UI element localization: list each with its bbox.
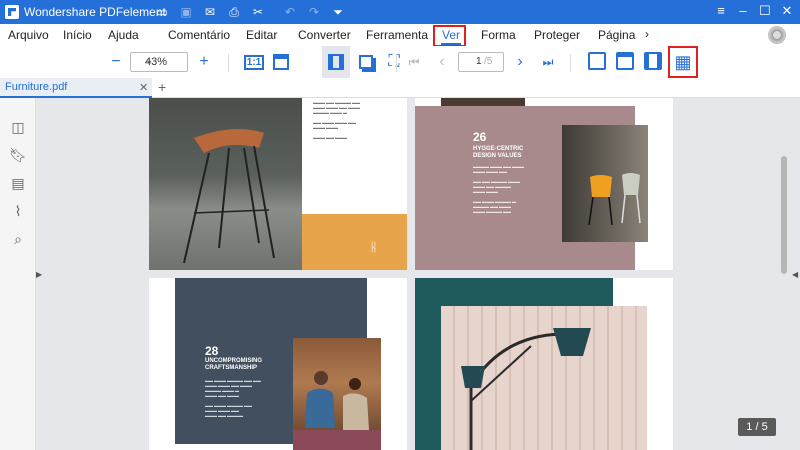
save-icon[interactable]: ▣ — [178, 4, 194, 20]
page-text: ▬▬ ▬▬▬ ▬▬▬▬ ▬▬ ▬▬ ▬▬▬ ▬▬▬ ▬▬ ▬▬▬ ▬▬▬▬ ▬▬▬ … — [205, 378, 261, 418]
actual-size-icon[interactable]: 1:1 — [243, 52, 265, 72]
menu-pagina[interactable]: Página — [598, 28, 635, 42]
redo-icon[interactable]: ↷ — [306, 4, 322, 20]
document-tab-bar: Furniture.pdf ✕ + — [0, 78, 800, 98]
app-title: Wondershare PDFelement — [24, 5, 166, 19]
new-tab-icon[interactable]: + — [158, 79, 166, 95]
current-page: 1 — [476, 56, 482, 67]
user-avatar[interactable] — [768, 26, 786, 44]
menu-converter[interactable]: Converter — [298, 28, 351, 42]
fit-page-icon[interactable] — [326, 52, 346, 72]
collapse-right-arrow-icon[interactable]: ◀ — [792, 270, 798, 279]
chair-illustration-icon — [183, 129, 275, 264]
menu-bar: Arquivo Início Ajuda Comentário Editar C… — [0, 24, 800, 47]
print-icon[interactable]: ⎙ — [226, 4, 242, 20]
page-number-input[interactable]: 1 /5 — [458, 52, 504, 72]
pdf-page-3: 28 UNCOMPROMISING CRAFTSMANSHIP ▬▬ ▬▬▬ ▬… — [149, 278, 407, 450]
total-pages: /5 — [484, 56, 493, 67]
floor-lamp-illustration-icon — [441, 306, 647, 450]
single-page-scroll-icon[interactable] — [616, 52, 634, 70]
section-number: 26 — [473, 130, 487, 144]
page-counter-badge: 1 / 5 — [738, 418, 776, 436]
highlight-box-ver — [433, 25, 466, 47]
zoom-select[interactable]: 43% ⌄ — [130, 52, 188, 72]
chairs-illustration-icon — [588, 173, 641, 226]
thumbnails-icon[interactable]: ◫ — [9, 118, 27, 136]
view-toolbar: − 43% ⌄ + 1:1 ⛶ ⏮ ‹ 1 /5 › ⏭ ▦ — [0, 46, 800, 78]
toolbar-divider — [396, 54, 397, 72]
section-heading: HYGGE-CENTRIC DESIGN VALUES — [473, 146, 524, 159]
title-bar: Wondershare PDFelement ▭ ▣ ✉ ⎙ ✂ ↶ ↷ ⏷ ≡… — [0, 0, 800, 24]
last-page-icon[interactable]: ⏭ — [538, 52, 558, 72]
menu-comentario[interactable]: Comentário — [168, 28, 230, 42]
menu-arquivo[interactable]: Arquivo — [8, 28, 49, 42]
menu-inicio[interactable]: Início — [63, 28, 92, 42]
full-screen-icon[interactable]: ⛶ — [384, 52, 404, 72]
close-tab-icon[interactable]: ✕ — [139, 81, 148, 94]
attachment-icon[interactable]: ⌇ — [9, 202, 27, 220]
brand-mark-icon: ᚺ — [370, 240, 378, 254]
mail-icon[interactable]: ✉ — [202, 4, 218, 20]
zoom-out-icon[interactable]: − — [106, 52, 126, 72]
toolbar-divider — [570, 54, 571, 72]
chevron-down-icon: ⌄ — [145, 55, 154, 66]
menu-more-chevron-icon[interactable]: › — [645, 27, 649, 41]
menu-forma[interactable]: Forma — [481, 28, 516, 42]
search-icon[interactable]: ⌕ — [9, 230, 27, 248]
window-menu-icon[interactable]: ≡ — [712, 3, 730, 18]
pdf-page-2: 26 HYGGE-CENTRIC DESIGN VALUES ▬▬▬▬ ▬▬▬ … — [415, 98, 673, 270]
chairs-photo — [562, 125, 648, 242]
comment-icon[interactable]: ▤ — [9, 174, 27, 192]
single-page-icon[interactable] — [588, 52, 606, 70]
folder-icon[interactable]: ▭ — [154, 4, 170, 20]
chair-photo — [149, 98, 302, 270]
tab-label: Furniture.pdf — [5, 81, 68, 93]
undo-icon[interactable]: ↶ — [282, 4, 298, 20]
lamp-photo — [441, 306, 647, 450]
close-window-icon[interactable]: ✕ — [778, 3, 796, 19]
menu-ajuda[interactable]: Ajuda — [108, 28, 139, 42]
next-page-icon[interactable]: › — [510, 52, 530, 72]
scissors-icon[interactable]: ✂ — [250, 4, 266, 20]
app-logo — [5, 5, 19, 19]
vertical-scrollbar[interactable] — [780, 100, 788, 450]
quick-access-dropdown-icon[interactable]: ⏷ — [330, 4, 346, 20]
orange-block: ᚺ — [302, 214, 407, 270]
minimize-icon[interactable]: – — [734, 3, 752, 18]
maximize-icon[interactable]: ☐ — [756, 3, 774, 19]
page-text: ▬▬▬▬ ▬▬▬ ▬▬ ▬▬▬ ▬▬▬ ▬▬▬ ▬▬ ▬▬ ▬▬ ▬▬▬▬ ▬▬▬ ▬… — [473, 164, 524, 214]
collapse-left-arrow-icon[interactable]: ▶ — [36, 270, 42, 279]
section-heading: UNCOMPROMISING CRAFTSMANSHIP — [205, 358, 262, 371]
bookmark-icon[interactable]: 🔖︎ — [9, 146, 27, 164]
fit-width-icon[interactable] — [271, 52, 291, 72]
craftsman-photo — [293, 338, 381, 450]
two-page-icon[interactable] — [644, 52, 662, 70]
highlight-box-grid — [668, 46, 698, 78]
section-number: 28 — [205, 344, 219, 358]
page-text: ▬▬▬ ▬▬ ▬▬▬▬ ▬▬ ▬▬▬ ▬▬▬ ▬▬ ▬▬▬ ▬▬▬▬ ▬▬▬ ▬ ▬▬… — [313, 100, 360, 140]
pdf-page-4 — [415, 278, 673, 450]
previous-page-icon[interactable]: ‹ — [432, 52, 452, 72]
craftsmen-illustration-icon — [293, 371, 381, 450]
menu-proteger[interactable]: Proteger — [534, 28, 580, 42]
tab-furniture-pdf[interactable]: Furniture.pdf ✕ — [0, 78, 152, 98]
menu-ferramenta[interactable]: Ferramenta — [366, 28, 428, 42]
zoom-in-icon[interactable]: + — [194, 52, 214, 72]
document-canvas[interactable]: ▶ ◀ ▬▬▬ ▬▬ ▬▬▬▬ ▬▬ ▬▬▬ ▬▬▬ ▬▬ ▬▬▬ ▬▬▬▬ ▬▬▬… — [36, 98, 800, 450]
first-page-icon[interactable]: ⏮ — [404, 52, 424, 72]
fit-visible-icon[interactable] — [356, 52, 376, 72]
toolbar-divider — [228, 54, 229, 72]
left-sidebar: ◫ 🔖︎ ▤ ⌇ ⌕ — [0, 98, 36, 450]
scrollbar-thumb[interactable] — [781, 156, 787, 274]
pdf-page-1: ▬▬▬ ▬▬ ▬▬▬▬ ▬▬ ▬▬▬ ▬▬▬ ▬▬ ▬▬▬ ▬▬▬▬ ▬▬▬ ▬ ▬▬… — [149, 98, 407, 270]
menu-editar[interactable]: Editar — [246, 28, 277, 42]
